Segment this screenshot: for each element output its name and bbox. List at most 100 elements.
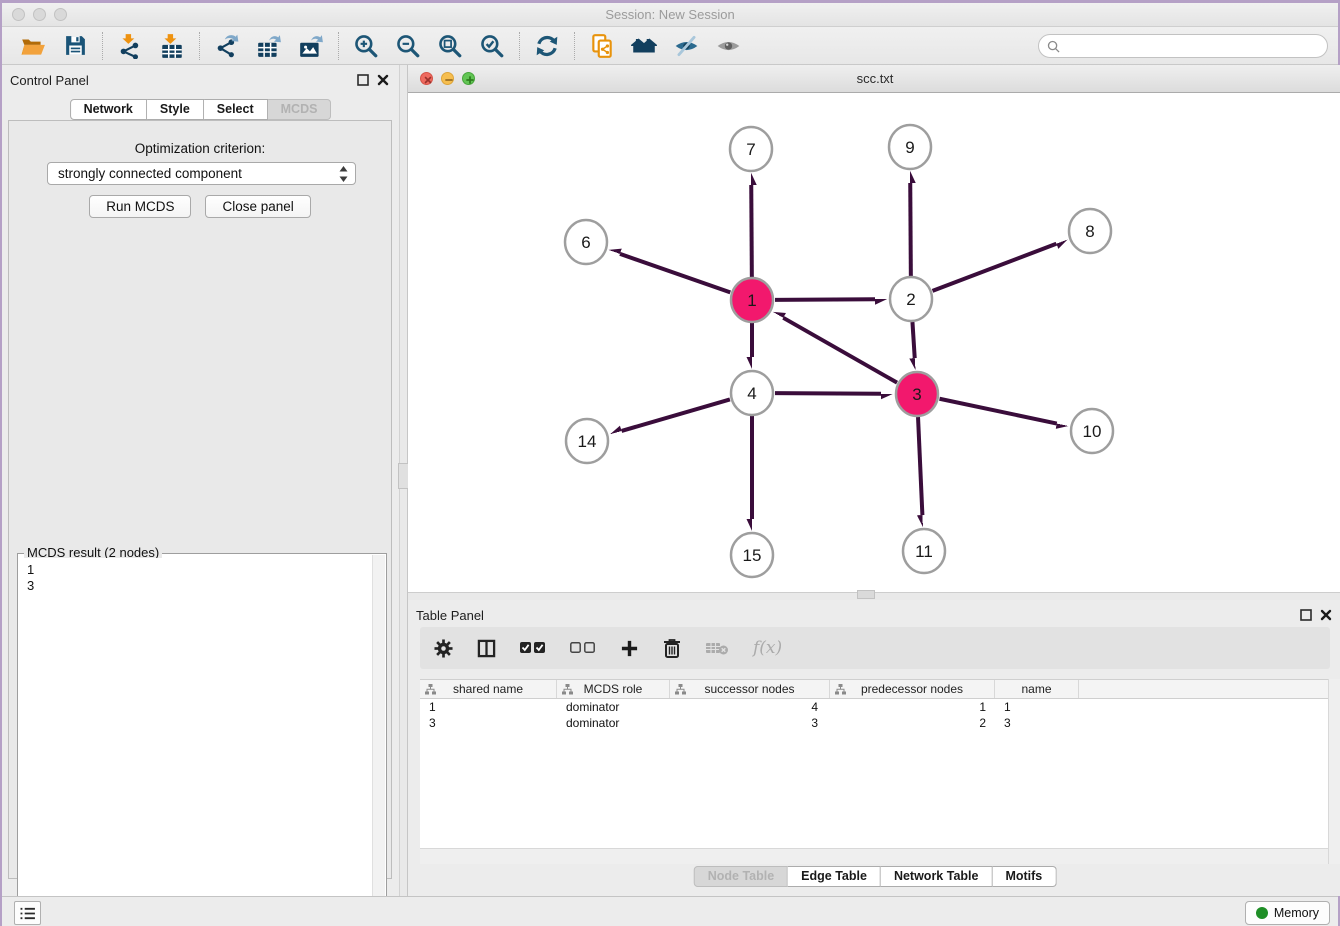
export-network-button[interactable]	[212, 31, 242, 61]
zoom-fit-button[interactable]	[435, 31, 465, 61]
graph-node-3[interactable]: 3	[896, 372, 938, 416]
create-column-button[interactable]	[620, 639, 639, 658]
graph-node-4[interactable]: 4	[731, 371, 773, 415]
export-network-icon	[214, 33, 240, 59]
graph-node-label: 2	[906, 290, 915, 309]
graph-edge-2-9[interactable]	[910, 183, 911, 276]
graph-node-8[interactable]: 8	[1069, 209, 1111, 253]
graph-node-10[interactable]: 10	[1071, 409, 1113, 453]
result-scrollbar[interactable]	[372, 555, 385, 926]
table-cell: 4	[670, 699, 830, 715]
save-session-button[interactable]	[60, 31, 90, 61]
close-panel-icon[interactable]	[377, 74, 389, 86]
graph-edge-4-14[interactable]	[622, 399, 730, 431]
graph-node-6[interactable]: 6	[565, 220, 607, 264]
float-table-panel-icon[interactable]	[1300, 609, 1312, 621]
zoom-out-button[interactable]	[393, 31, 423, 61]
network-canvas[interactable]: 7 9 6 8 1 2 4 3 14 10 15 11	[408, 93, 1340, 592]
open-session-button[interactable]	[18, 31, 48, 61]
optimization-criterion-value: strongly connected component	[58, 166, 242, 181]
home-houses-icon	[630, 33, 658, 59]
delete-table-button[interactable]	[705, 640, 729, 656]
graph-node-11[interactable]: 11	[903, 529, 945, 573]
column-header-successor-nodes[interactable]: successor nodes	[670, 680, 830, 698]
column-header-name[interactable]: name	[995, 680, 1079, 698]
new-network-from-selection-button[interactable]	[587, 31, 617, 61]
run-mcds-button[interactable]: Run MCDS	[89, 195, 191, 218]
refresh-view-button[interactable]	[532, 31, 562, 61]
graph-edge-2-8[interactable]	[933, 244, 1057, 291]
graph-edge-1-7[interactable]	[751, 185, 752, 277]
delete-column-button[interactable]	[663, 638, 681, 658]
zoom-selected-button[interactable]	[477, 31, 507, 61]
table-cell: dominator	[557, 699, 670, 715]
graph-node-9[interactable]: 9	[889, 125, 931, 169]
memory-status-icon	[1256, 907, 1268, 919]
optimization-criterion-select[interactable]: strongly connected component	[47, 162, 356, 185]
tab-style[interactable]: Style	[147, 99, 204, 120]
export-image-icon	[298, 33, 324, 59]
import-table-button[interactable]	[157, 31, 187, 61]
hide-all-columns-button[interactable]	[570, 641, 596, 655]
graph-edge-1-6[interactable]	[620, 254, 730, 293]
tab-network[interactable]: Network	[70, 99, 147, 120]
graph-node-2[interactable]: 2	[890, 277, 932, 321]
column-header-shared-name[interactable]: shared name	[420, 680, 557, 698]
graph-node-7[interactable]: 7	[730, 127, 772, 171]
tab-node-table[interactable]: Node Table	[694, 866, 788, 887]
graph-edge-1-2[interactable]	[775, 299, 875, 300]
export-table-button[interactable]	[254, 31, 284, 61]
task-history-button[interactable]	[14, 901, 41, 925]
memory-button[interactable]: Memory	[1245, 901, 1330, 925]
vertical-splitter[interactable]	[399, 65, 408, 896]
tab-mcds[interactable]: MCDS	[268, 99, 332, 120]
tab-edge-table[interactable]: Edge Table	[788, 866, 881, 887]
graph-edge-3-1[interactable]	[783, 318, 897, 383]
close-table-panel-icon[interactable]	[1320, 609, 1332, 621]
graph-edge-3-11[interactable]	[918, 417, 922, 515]
table-horizontal-scrollbar[interactable]	[420, 848, 1328, 864]
toolbar-separator	[102, 32, 103, 60]
graph-node-14[interactable]: 14	[566, 419, 608, 463]
column-header-mcds-role[interactable]: MCDS role	[557, 680, 670, 698]
table-cell: 1	[995, 699, 1079, 715]
graph-edge-4-3[interactable]	[775, 393, 881, 394]
horizontal-splitter-grip[interactable]	[857, 590, 875, 599]
table-row[interactable]: 1dominator411	[420, 699, 1328, 715]
float-panel-icon[interactable]	[357, 74, 369, 86]
close-panel-button[interactable]: Close panel	[205, 195, 310, 218]
home-layout-button[interactable]	[629, 31, 659, 61]
split-columns-button[interactable]	[477, 639, 496, 658]
hide-selected-button[interactable]	[671, 31, 701, 61]
table-settings-button[interactable]	[434, 639, 453, 658]
sort-hierarchy-icon	[835, 684, 846, 698]
table-vertical-scrollbar[interactable]	[1328, 679, 1340, 864]
table-panel-header: Table Panel	[408, 600, 1340, 630]
graph-node-1[interactable]: 1	[731, 278, 773, 322]
export-image-button[interactable]	[296, 31, 326, 61]
table-row[interactable]: 3dominator323	[420, 715, 1328, 731]
import-network-icon	[117, 33, 143, 59]
horizontal-splitter[interactable]	[408, 592, 1340, 600]
search-icon	[1047, 40, 1060, 53]
graph-node-label: 9	[905, 138, 914, 157]
graph-node-label: 11	[915, 542, 933, 561]
graph-node-15[interactable]: 15	[731, 533, 773, 577]
zoom-out-icon	[395, 33, 421, 59]
graph-edge-2-3[interactable]	[912, 322, 914, 358]
function-builder-button[interactable]: f(x)	[753, 638, 782, 658]
import-network-button[interactable]	[115, 31, 145, 61]
show-all-columns-button[interactable]	[520, 641, 546, 655]
column-header-predecessor-nodes[interactable]: predecessor nodes	[830, 680, 995, 698]
tab-select[interactable]: Select	[204, 99, 268, 120]
tab-network-table[interactable]: Network Table	[881, 866, 993, 887]
network-graph: 7 9 6 8 1 2 4 3 14 10 15 11	[408, 93, 1340, 592]
graph-edge-3-10[interactable]	[940, 399, 1057, 424]
zoom-in-button[interactable]	[351, 31, 381, 61]
tab-motifs[interactable]: Motifs	[992, 866, 1056, 887]
search-input[interactable]	[1066, 39, 1327, 53]
column-header-label: MCDS role	[584, 682, 643, 696]
import-table-icon	[159, 33, 185, 59]
search-box[interactable]	[1038, 34, 1328, 58]
show-all-button[interactable]	[713, 31, 743, 61]
